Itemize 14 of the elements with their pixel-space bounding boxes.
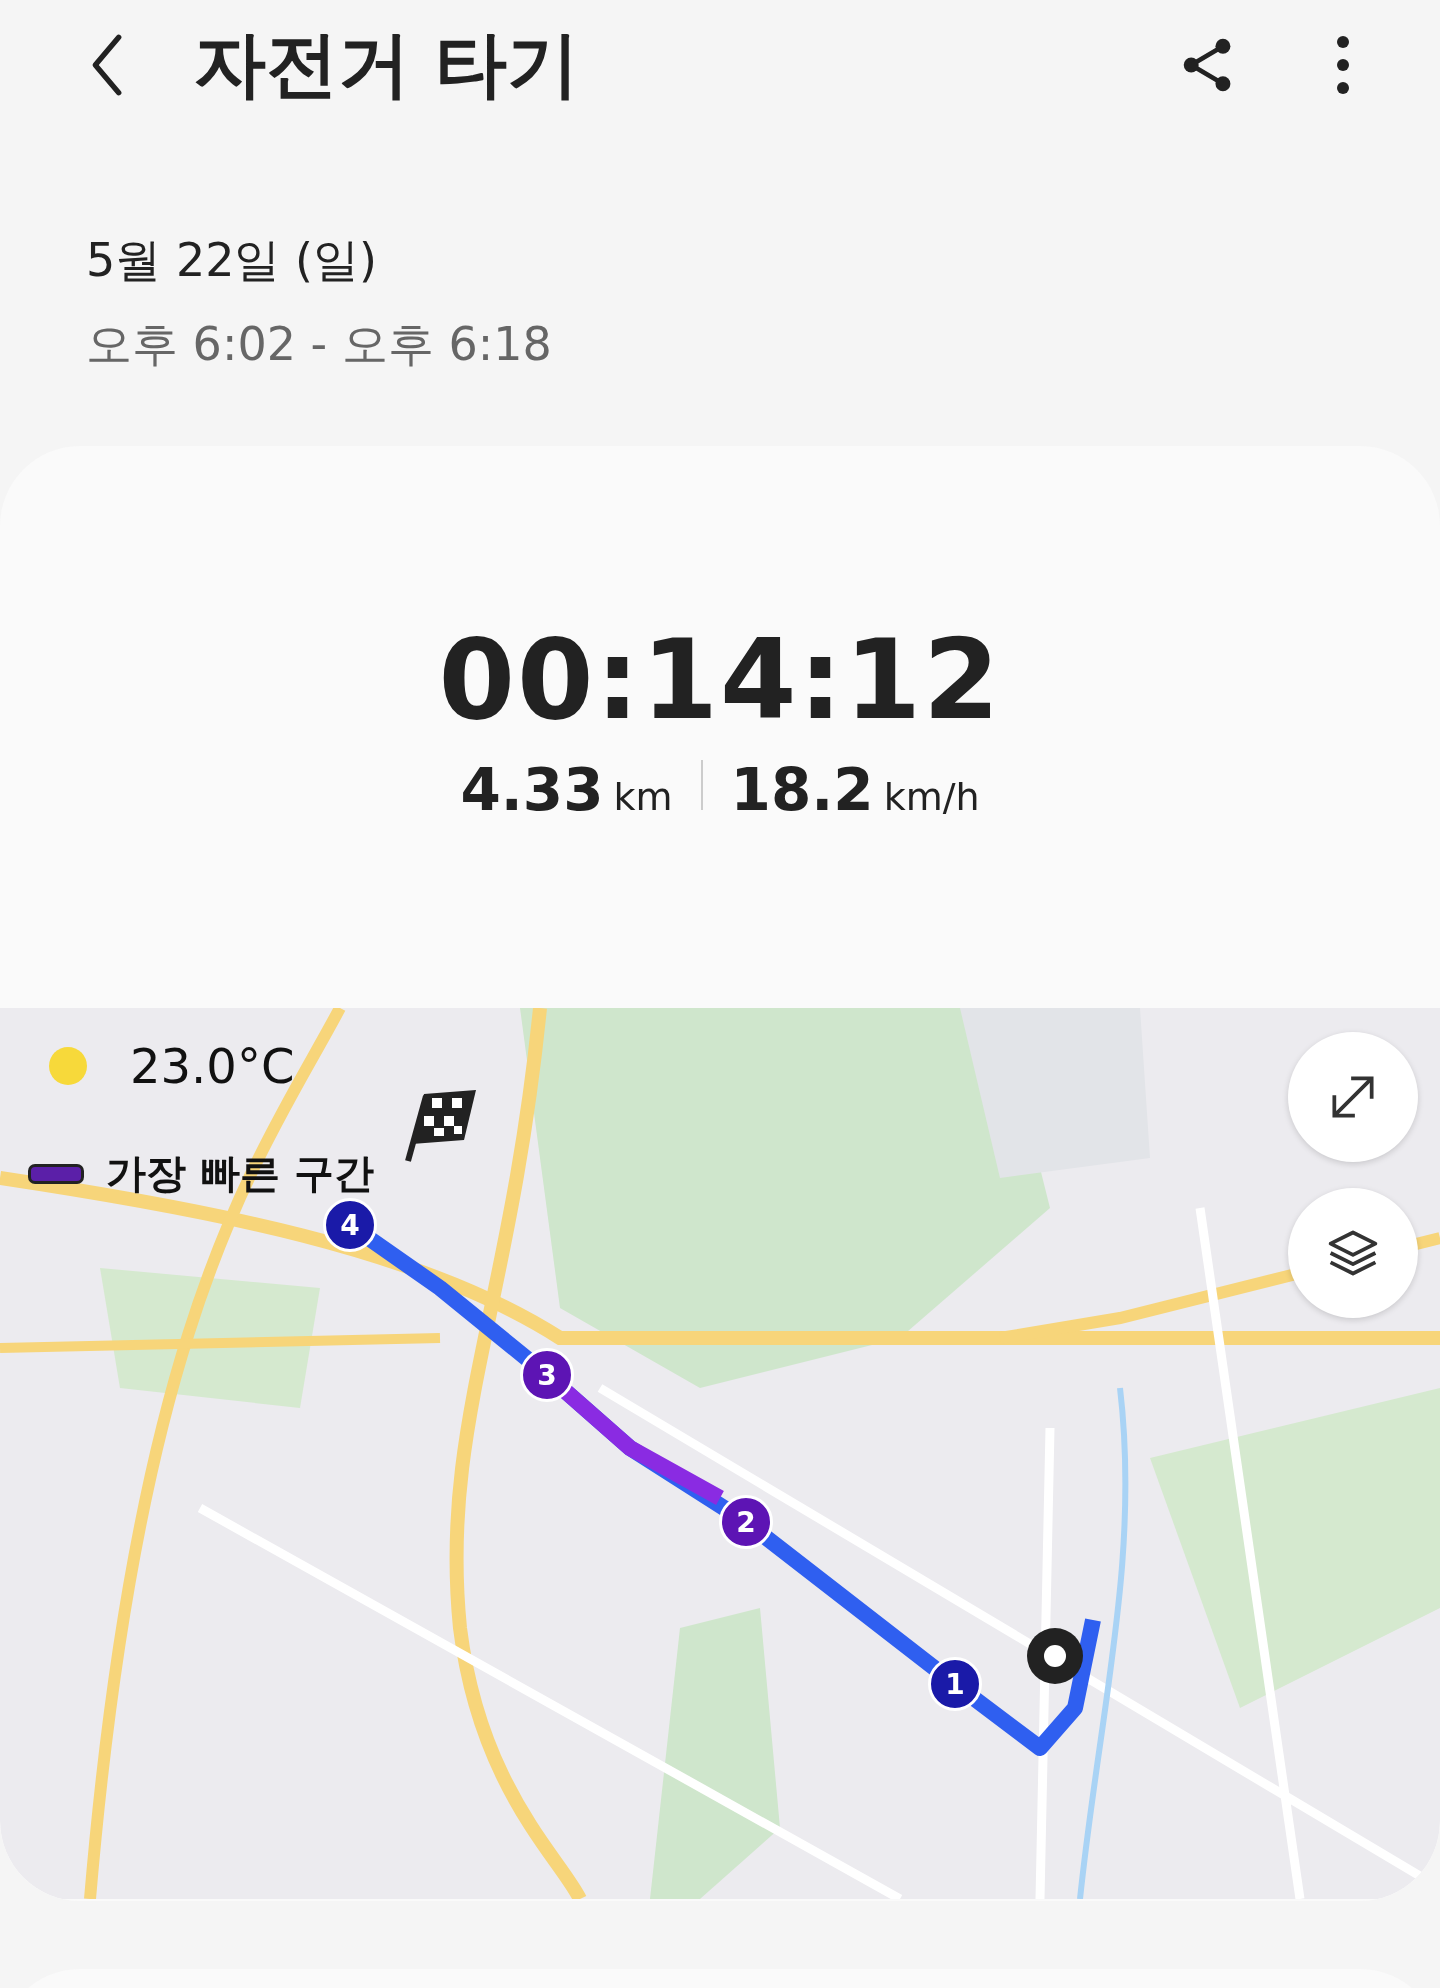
session-date: 5월 22일 (일): [86, 232, 378, 289]
more-icon[interactable]: [1336, 35, 1350, 95]
temperature: 23.0°C: [130, 1038, 295, 1094]
session-time-range: 오후 6:02 - 오후 6:18: [86, 316, 553, 373]
duration-value: 00:14:12: [438, 616, 1002, 744]
sun-icon: [48, 1046, 88, 1086]
legend-label: 가장 빠른 구간: [106, 1149, 374, 1198]
stat-unit: km/h: [883, 775, 980, 819]
back-icon[interactable]: [90, 33, 124, 97]
stat-unit: km: [613, 775, 673, 819]
stat-value: 4.33: [460, 756, 604, 824]
stat-value: 18.2: [730, 756, 874, 824]
start-pin-icon: [1025, 1626, 1085, 1686]
screen-title: 자전거 타기: [194, 21, 581, 108]
